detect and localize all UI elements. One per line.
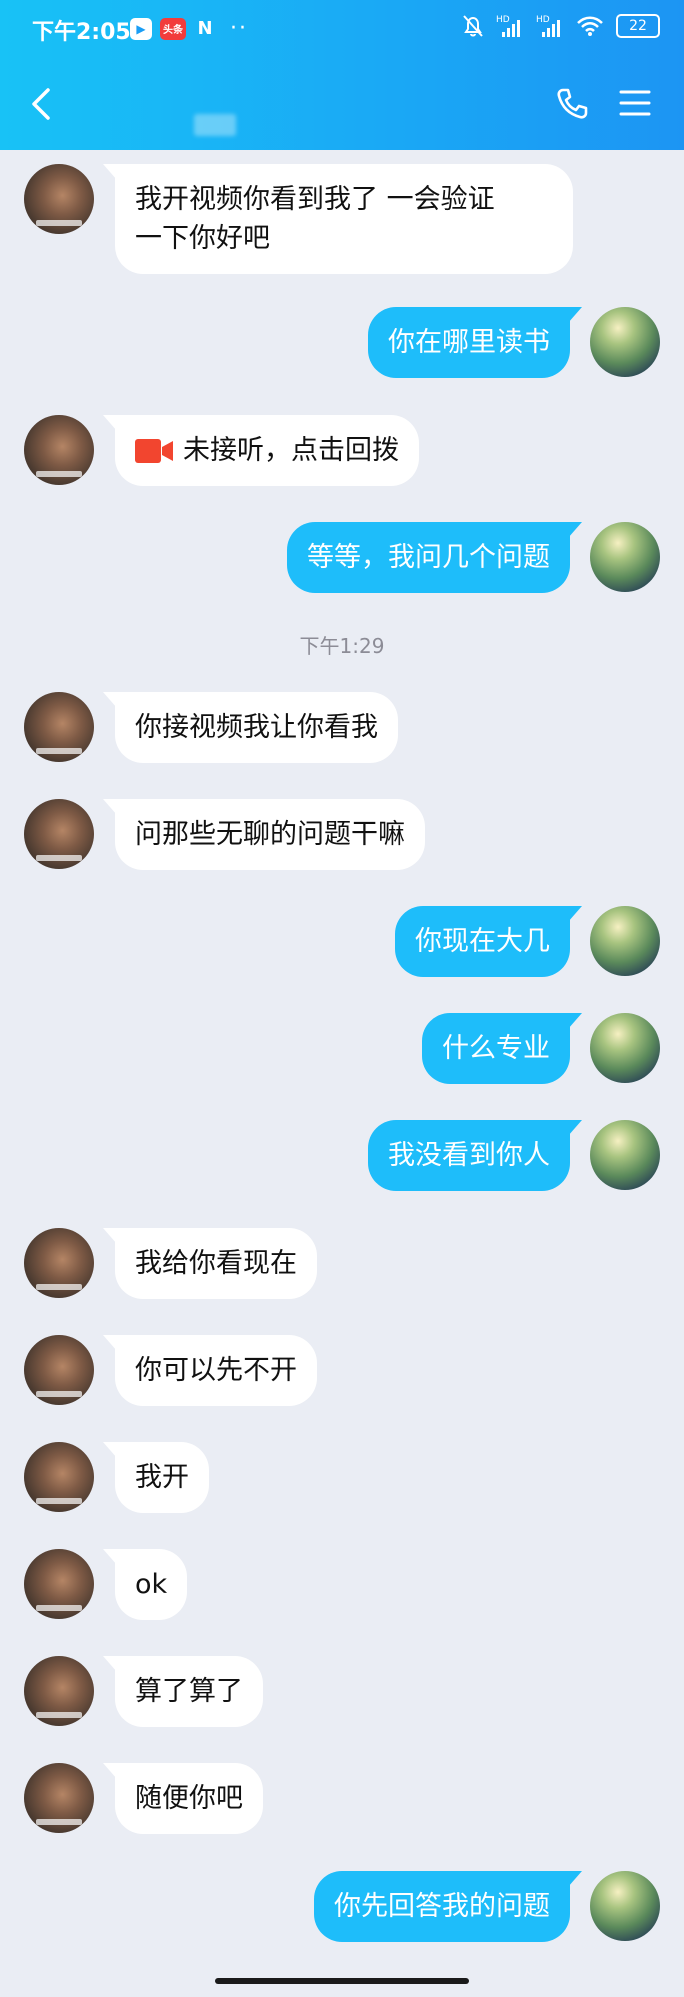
contact-avatar[interactable] [24,1335,94,1405]
my-avatar[interactable] [590,307,660,377]
nav-bar [0,56,684,150]
contact-avatar[interactable] [24,1442,94,1512]
my-avatar[interactable] [590,1120,660,1190]
phone-call-button[interactable] [554,86,590,122]
n-app-icon: N [197,18,213,39]
mute-bell-icon [463,15,483,37]
status-app-icons: ▶ 头条 N ·· [130,16,248,41]
missed-call-text: 未接听，点击回拨 [183,435,399,466]
more-notifications-icon: ·· [230,16,248,41]
message-bubble[interactable]: 随便你吧 [103,1763,263,1834]
message-bubble[interactable]: 我开视频你看到我了 一会验证 一下你好吧 [103,164,573,274]
header: 下午2:05 ▶ 头条 N ·· HD HD 22 [0,0,684,150]
message-bubble[interactable]: 你先回答我的问题 [314,1871,582,1942]
signal-2-icon: HD [536,15,560,37]
message-bubble[interactable]: 你可以先不开 [103,1335,317,1406]
svg-text:HD: HD [536,15,550,25]
contact-avatar[interactable] [24,692,94,762]
missed-call-bubble[interactable]: 未接听，点击回拨 [103,415,419,486]
contact-avatar[interactable] [24,1656,94,1726]
message-bubble[interactable]: 算了算了 [103,1656,263,1727]
message-bubble[interactable]: 你在哪里读书 [368,307,582,378]
contact-name-redacted [194,114,236,136]
home-indicator[interactable] [215,1978,469,1984]
contact-avatar[interactable] [24,164,94,234]
menu-button[interactable] [618,86,652,120]
my-avatar[interactable] [590,906,660,976]
my-avatar[interactable] [590,1013,660,1083]
signal-1-icon: HD [496,15,520,37]
my-avatar[interactable] [590,522,660,592]
status-bar: 下午2:05 ▶ 头条 N ·· HD HD 22 [0,0,684,56]
message-bubble[interactable]: 我给你看现在 [103,1228,317,1299]
contact-avatar[interactable] [24,415,94,485]
wifi-icon [577,16,603,36]
contact-avatar[interactable] [24,1228,94,1298]
message-bubble[interactable]: 我开 [103,1442,209,1513]
message-bubble[interactable]: 你接视频我让你看我 [103,692,398,763]
message-bubble[interactable]: 什么专业 [422,1013,582,1084]
contact-avatar[interactable] [24,1549,94,1619]
message-bubble[interactable]: 问那些无聊的问题干嘛 [103,799,425,870]
contact-avatar[interactable] [24,1763,94,1833]
message-bubble[interactable]: 等等，我问几个问题 [287,522,582,593]
toutiao-app-icon: 头条 [160,17,186,40]
status-indicators: HD HD 22 [462,14,660,38]
message-bubble[interactable]: 我没看到你人 [368,1120,582,1191]
message-bubble[interactable]: ok [102,1549,188,1620]
video-call-icon [135,438,173,463]
my-avatar[interactable] [590,1871,660,1941]
svg-text:HD: HD [496,15,510,25]
back-button[interactable] [22,82,62,126]
status-time: 下午2:05 [32,20,131,45]
video-app-icon: ▶ [130,17,152,40]
battery-indicator: 22 [616,14,660,38]
chat-timestamp: 下午1:29 [299,634,385,658]
message-bubble[interactable]: 你现在大几 [395,906,582,977]
contact-avatar[interactable] [24,799,94,869]
